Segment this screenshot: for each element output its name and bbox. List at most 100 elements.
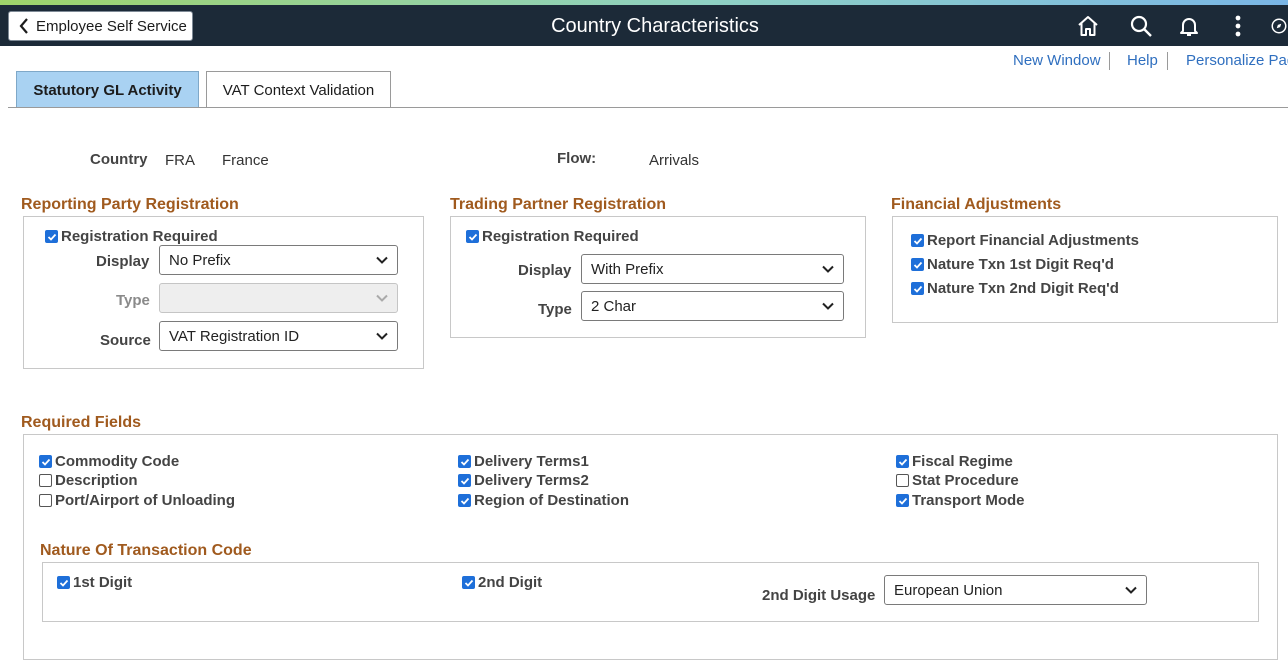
check-icon xyxy=(913,284,923,294)
chevron-down-icon xyxy=(822,302,834,310)
fa-report-financial-adjustments: Report Financial Adjustments xyxy=(911,232,1139,249)
rf-commodity-code: Commodity Code xyxy=(39,453,179,470)
rp-source-value: VAT Registration ID xyxy=(169,328,299,345)
second-digit-usage-value: European Union xyxy=(894,582,1002,599)
country-name: France xyxy=(222,152,269,169)
tab-vat-context-validation[interactable]: VAT Context Validation xyxy=(206,71,391,108)
fa-item-label: Nature Txn 2nd Digit Req'd xyxy=(927,280,1119,297)
app-header: Employee Self Service Country Characteri… xyxy=(0,5,1288,46)
tp-type-value: 2 Char xyxy=(591,298,636,315)
chevron-down-icon xyxy=(376,256,388,264)
fa-item-checkbox[interactable] xyxy=(911,258,924,271)
check-icon xyxy=(460,457,470,467)
tp-registration-required-checkbox[interactable] xyxy=(466,230,479,243)
check-icon xyxy=(41,457,51,467)
rf-label: Transport Mode xyxy=(912,492,1025,509)
rf-description: Description xyxy=(39,472,138,489)
rp-display-value: No Prefix xyxy=(169,252,231,269)
rf-checkbox[interactable] xyxy=(39,494,52,507)
rf-checkbox[interactable] xyxy=(39,474,52,487)
link-separator xyxy=(1109,52,1110,70)
nature-of-transaction-title: Nature Of Transaction Code xyxy=(40,542,252,560)
flow-label: Flow: xyxy=(557,150,596,167)
rf-port-airport-of-unloading: Port/Airport of Unloading xyxy=(39,492,235,509)
tp-registration-required-label: Registration Required xyxy=(482,228,639,245)
second-digit-usage-select[interactable]: European Union xyxy=(884,575,1147,605)
rf-transport-mode: Transport Mode xyxy=(896,492,1025,509)
rf-checkbox[interactable] xyxy=(39,455,52,468)
country-label: Country xyxy=(90,151,148,168)
rf-checkbox[interactable] xyxy=(896,494,909,507)
bell-icon[interactable] xyxy=(1175,12,1203,40)
country-code: FRA xyxy=(165,152,195,169)
fa-item-label: Report Financial Adjustments xyxy=(927,232,1139,249)
fa-item-label: Nature Txn 1st Digit Req'd xyxy=(927,256,1114,273)
rf-fiscal-regime: Fiscal Regime xyxy=(896,453,1013,470)
tp-display-value: With Prefix xyxy=(591,261,664,278)
rp-source-select[interactable]: VAT Registration ID xyxy=(159,321,398,351)
rp-source-label: Source xyxy=(100,332,151,349)
nature-1st-digit-label: 1st Digit xyxy=(73,574,132,591)
check-icon xyxy=(913,236,923,246)
rf-label: Delivery Terms1 xyxy=(474,453,589,470)
rf-checkbox[interactable] xyxy=(458,494,471,507)
rf-label: Region of Destination xyxy=(474,492,629,509)
rf-label: Port/Airport of Unloading xyxy=(55,492,235,509)
rf-checkbox[interactable] xyxy=(458,474,471,487)
check-icon xyxy=(47,232,57,242)
more-icon[interactable] xyxy=(1224,12,1252,40)
personalize-page-link[interactable]: Personalize Page xyxy=(1186,52,1288,69)
second-digit-usage-label: 2nd Digit Usage xyxy=(762,587,875,604)
nature-2nd-digit-checkbox[interactable] xyxy=(462,576,475,589)
rf-label: Delivery Terms2 xyxy=(474,472,589,489)
tp-display-label: Display xyxy=(518,262,571,279)
rf-checkbox[interactable] xyxy=(896,455,909,468)
rf-label: Description xyxy=(55,472,138,489)
rf-checkbox[interactable] xyxy=(458,455,471,468)
rf-label: Commodity Code xyxy=(55,453,179,470)
tab-underline xyxy=(8,107,1288,108)
fa-item-checkbox[interactable] xyxy=(911,282,924,295)
rf-label: Stat Procedure xyxy=(912,472,1019,489)
tp-display-select[interactable]: With Prefix xyxy=(581,254,844,284)
tab-statutory-gl-activity[interactable]: Statutory GL Activity xyxy=(16,71,199,108)
check-icon xyxy=(898,457,908,467)
rf-delivery-terms1: Delivery Terms1 xyxy=(458,453,589,470)
tp-registration-required: Registration Required xyxy=(466,228,639,245)
chevron-down-icon xyxy=(822,265,834,273)
nature-2nd-digit-label: 2nd Digit xyxy=(478,574,542,591)
tp-type-label: Type xyxy=(538,301,572,318)
fa-item-checkbox[interactable] xyxy=(911,234,924,247)
home-icon[interactable] xyxy=(1074,12,1102,40)
fa-nature-txn-2nd-digit: Nature Txn 2nd Digit Req'd xyxy=(911,280,1119,297)
new-window-link[interactable]: New Window xyxy=(1013,52,1101,69)
rp-display-select[interactable]: No Prefix xyxy=(159,245,398,275)
check-icon xyxy=(464,578,474,588)
rp-registration-required: Registration Required xyxy=(45,228,218,245)
nature-1st-digit-checkbox[interactable] xyxy=(57,576,70,589)
nature-1st-digit: 1st Digit xyxy=(57,574,132,591)
chevron-down-icon xyxy=(1125,586,1137,594)
rf-stat-procedure: Stat Procedure xyxy=(896,472,1019,489)
tp-type-select[interactable]: 2 Char xyxy=(581,291,844,321)
check-icon xyxy=(913,260,923,270)
chevron-down-icon xyxy=(376,294,388,302)
flow-value: Arrivals xyxy=(649,152,699,169)
fa-nature-txn-1st-digit: Nature Txn 1st Digit Req'd xyxy=(911,256,1114,273)
help-link[interactable]: Help xyxy=(1127,52,1158,69)
check-icon xyxy=(898,496,908,506)
check-icon xyxy=(460,496,470,506)
rp-type-select xyxy=(159,283,398,313)
rp-registration-required-checkbox[interactable] xyxy=(45,230,58,243)
nature-2nd-digit: 2nd Digit xyxy=(462,574,542,591)
rp-display-label: Display xyxy=(96,253,149,270)
check-icon xyxy=(460,476,470,486)
rp-registration-required-label: Registration Required xyxy=(61,228,218,245)
navigator-icon[interactable] xyxy=(1270,12,1288,40)
chevron-down-icon xyxy=(376,332,388,340)
rf-label: Fiscal Regime xyxy=(912,453,1013,470)
rp-type-label: Type xyxy=(116,292,150,309)
link-separator xyxy=(1167,52,1168,70)
rf-checkbox[interactable] xyxy=(896,474,909,487)
search-icon[interactable] xyxy=(1127,12,1155,40)
